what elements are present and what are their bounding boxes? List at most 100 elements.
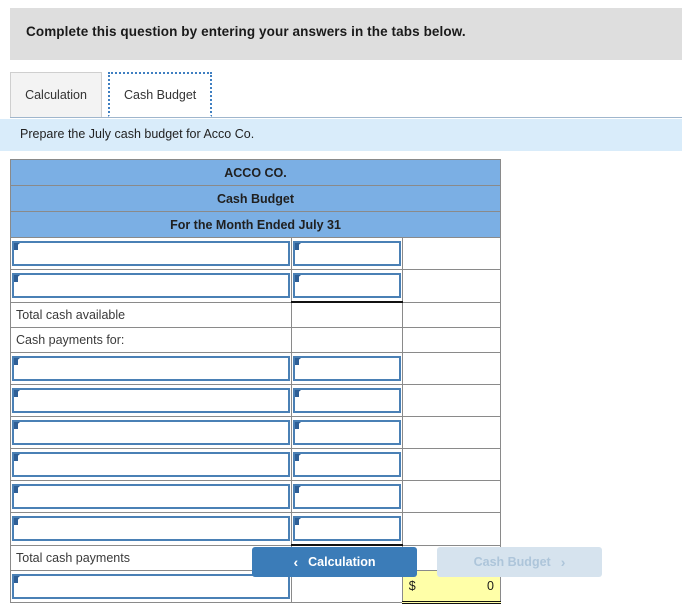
payment-label-input-2[interactable]: [12, 388, 290, 413]
sub-instruction-text: Prepare the July cash budget for Acco Co…: [20, 127, 255, 141]
cell-flag-icon: [14, 454, 18, 461]
payment-amount-input-4[interactable]: [292, 452, 401, 477]
cell-label-input[interactable]: [10, 512, 292, 546]
row-label-total-cash-payments: Total cash payments: [10, 544, 292, 571]
cell-amount-input[interactable]: [290, 237, 403, 270]
cell-flag-icon: [14, 275, 18, 283]
chevron-left-icon: ‹: [293, 554, 299, 570]
tab-calculation[interactable]: Calculation: [10, 72, 102, 117]
payment-amount-input-1[interactable]: [292, 356, 401, 381]
previous-tab-button[interactable]: ‹ Calculation: [252, 547, 417, 577]
worksheet-statement-name: Cash Budget: [10, 185, 501, 212]
cell-total-3: [401, 352, 502, 385]
row-amount-input-1[interactable]: [292, 241, 401, 266]
table-row: [10, 384, 502, 417]
tab-cash-budget[interactable]: Cash Budget: [108, 72, 213, 117]
table-row: [10, 269, 502, 303]
cell-flag-icon: [14, 390, 18, 397]
table-row: [10, 237, 502, 270]
cell-flag-icon: [294, 275, 299, 282]
cell-total-7: [401, 480, 502, 513]
cell-flag-icon: [14, 576, 18, 583]
cell-flag-icon: [14, 358, 18, 365]
cash-budget-worksheet: ACCO CO. Cash Budget For the Month Ended…: [10, 159, 502, 604]
table-row: [10, 448, 502, 481]
table-row: [10, 480, 502, 513]
cell-flag-icon: [294, 243, 299, 250]
cell-total-total-cash-available: [401, 301, 502, 328]
cell-total-1: [401, 237, 502, 270]
worksheet-title-row: Cash Budget: [10, 185, 501, 212]
cell-total-6: [401, 448, 502, 481]
question-page: Complete this question by entering your …: [0, 0, 682, 604]
cell-amount-input[interactable]: [290, 416, 403, 449]
cell-amount-cash-payments-for: [290, 327, 403, 353]
row-label-input-2[interactable]: [12, 273, 290, 299]
cell-label-input[interactable]: [10, 448, 292, 481]
cell-flag-icon: [294, 454, 299, 461]
table-row: Cash payments for:: [10, 327, 502, 353]
worksheet-title-row: ACCO CO.: [10, 159, 501, 186]
cell-flag-icon: [294, 518, 299, 525]
payment-label-input-3[interactable]: [12, 420, 290, 445]
ending-balance-label-input[interactable]: [12, 574, 290, 599]
table-row: [10, 416, 502, 449]
cell-flag-icon: [294, 486, 299, 493]
payment-amount-input-2[interactable]: [292, 388, 401, 413]
cell-total-8: [401, 512, 502, 546]
cell-label-input[interactable]: [10, 352, 292, 385]
worksheet-title-row: For the Month Ended July 31: [10, 211, 501, 238]
cell-flag-icon: [14, 518, 18, 526]
payment-amount-input-3[interactable]: [292, 420, 401, 445]
row-amount-input-2[interactable]: [292, 273, 401, 298]
cell-flag-icon: [14, 422, 18, 429]
cell-label-input[interactable]: [10, 416, 292, 449]
cell-label-input[interactable]: [10, 570, 292, 603]
payment-label-input-6[interactable]: [12, 516, 290, 542]
table-row: [10, 352, 502, 385]
currency-symbol: $: [408, 579, 416, 593]
cell-amount-input[interactable]: [290, 269, 403, 303]
row-label-input-1[interactable]: [12, 241, 290, 266]
cell-total-4: [401, 384, 502, 417]
cell-amount-input[interactable]: [290, 448, 403, 481]
worksheet-period: For the Month Ended July 31: [10, 211, 501, 238]
row-label-total-cash-available: Total cash available: [10, 301, 292, 328]
cell-amount-input[interactable]: [290, 512, 403, 546]
cell-label-input[interactable]: [10, 237, 292, 270]
tab-baseline: [10, 117, 682, 118]
instruction-bar: Complete this question by entering your …: [10, 8, 682, 60]
cell-label-input[interactable]: [10, 480, 292, 513]
cell-flag-icon: [294, 390, 299, 397]
payment-amount-input-5[interactable]: [292, 484, 401, 509]
instruction-text: Complete this question by entering your …: [26, 24, 466, 39]
previous-tab-label: Calculation: [308, 555, 376, 569]
payment-amount-input-6[interactable]: [292, 516, 401, 541]
next-tab-label: Cash Budget: [473, 555, 551, 569]
cell-amount-input[interactable]: [290, 480, 403, 513]
chevron-right-icon: ›: [560, 554, 566, 570]
row-label-cash-payments-for: Cash payments for:: [10, 327, 292, 353]
cell-flag-icon: [294, 358, 299, 365]
payment-label-input-4[interactable]: [12, 452, 290, 477]
payment-label-input-5[interactable]: [12, 484, 290, 509]
cell-total-cash-payments-for: [401, 327, 502, 353]
cell-amount-input[interactable]: [290, 384, 403, 417]
next-tab-button[interactable]: Cash Budget ›: [437, 547, 602, 577]
table-row: Total cash available: [10, 301, 502, 328]
cell-total-5: [401, 416, 502, 449]
sub-instruction-banner: Prepare the July cash budget for Acco Co…: [0, 119, 682, 151]
tab-strip: Calculation Cash Budget: [10, 72, 682, 118]
payment-label-input-1[interactable]: [12, 356, 290, 381]
table-row: [10, 512, 502, 546]
worksheet-company-name: ACCO CO.: [10, 159, 501, 186]
cell-label-input[interactable]: [10, 384, 292, 417]
cell-flag-icon: [14, 243, 18, 250]
cell-amount-input[interactable]: [290, 352, 403, 385]
cell-label-input[interactable]: [10, 269, 292, 303]
cell-flag-icon: [14, 486, 18, 493]
cell-amount-total-cash-available: [290, 301, 403, 328]
cell-flag-icon: [294, 422, 299, 429]
computed-total-value: 0: [487, 579, 494, 593]
cell-total-2: [401, 269, 502, 303]
